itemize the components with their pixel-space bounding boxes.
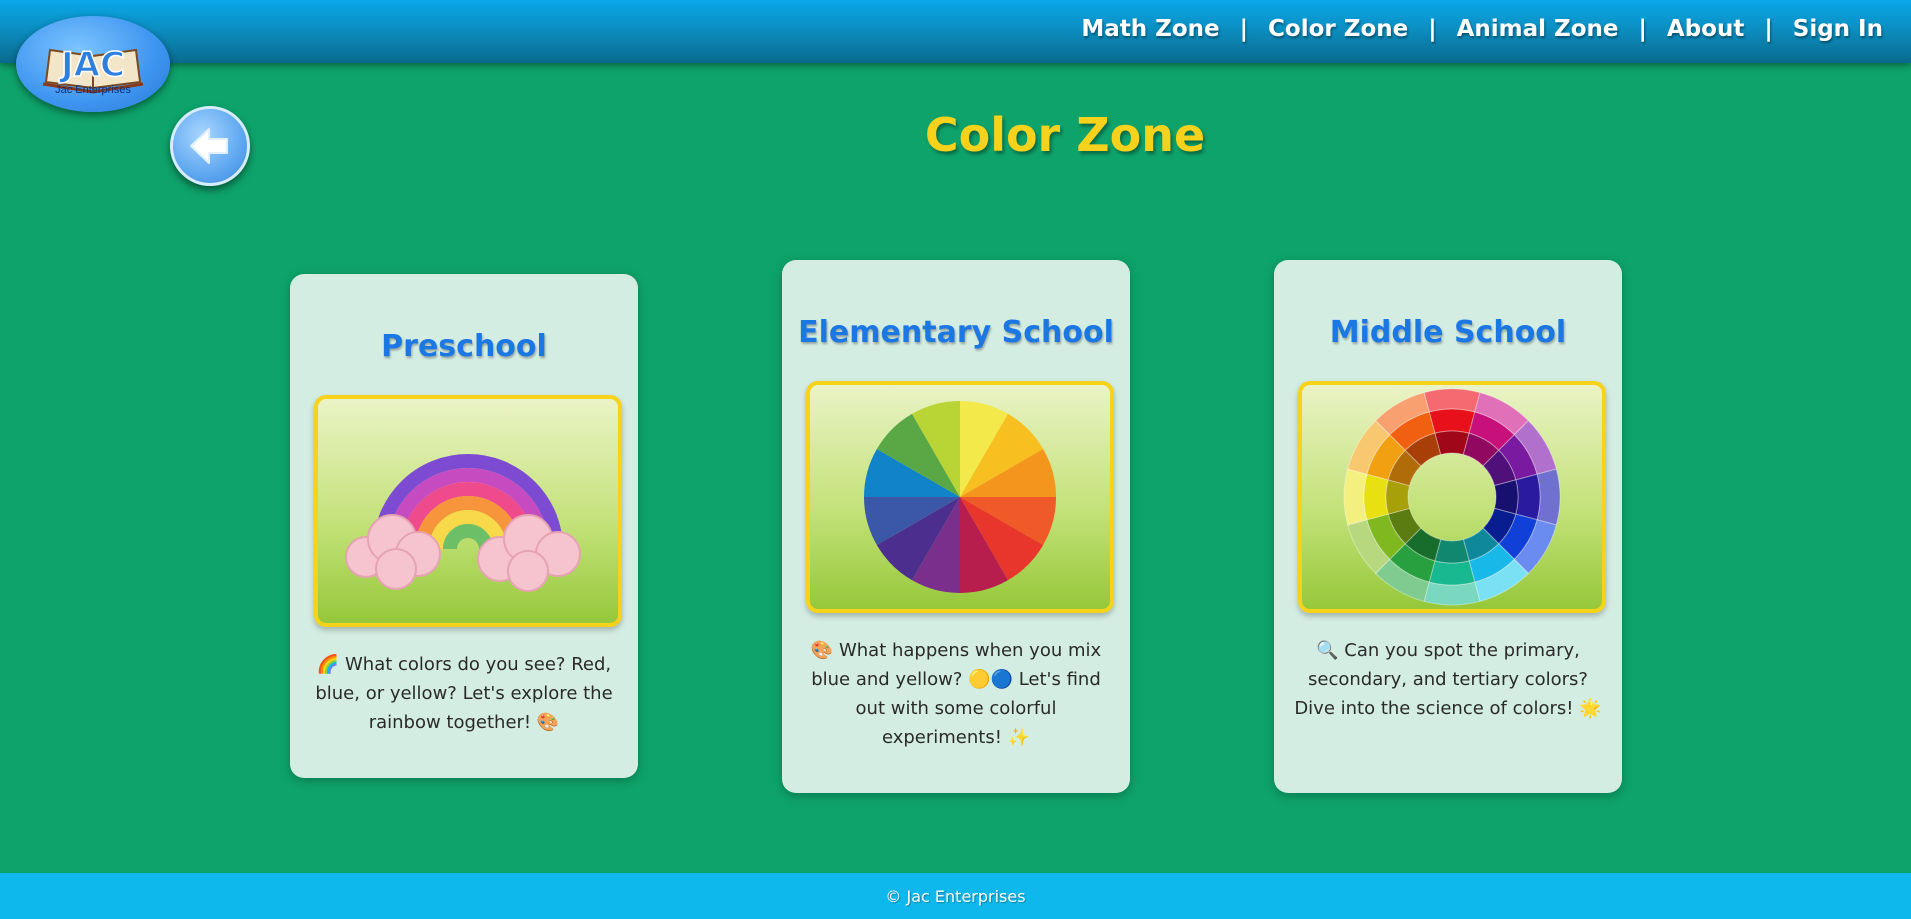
card-preschool[interactable]: Preschool 🌈 What colors do you see? Red,… [290,274,638,778]
logo-letters: JAC [59,45,125,85]
card-title: Preschool [381,329,547,364]
card-description: 🔍 Can you spot the primary, secondary, a… [1294,640,1602,719]
logo-subtitle: Jac Enterprises [55,84,131,96]
color-ring-segment [1428,408,1476,434]
color-wheel-icon [864,401,1056,593]
footer: © Jac Enterprises [0,873,1911,919]
nav-separator: | [1638,16,1647,42]
color-ring-segment [1428,560,1476,586]
rainbow-icon [345,454,581,592]
nav-math-zone[interactable]: Math Zone [1081,16,1219,42]
open-book-icon: JAC [42,44,144,94]
main-nav: Math Zone | Color Zone | Animal Zone | A… [1081,16,1883,42]
color-ring-image [1298,381,1606,613]
color-ring-segment [1363,473,1389,521]
card-title: Elementary School [798,315,1114,350]
nav-separator: | [1764,16,1773,42]
jac-logo[interactable]: JAC Jac Enterprises [16,16,170,112]
page-title: Color Zone [924,108,1206,162]
nav-about[interactable]: About [1667,16,1744,42]
tint-shade-ring-icon [1343,388,1561,606]
color-ring-segment [1515,473,1541,521]
nav-animal-zone[interactable]: Animal Zone [1457,16,1619,42]
nav-separator: | [1428,16,1437,42]
nav-separator: | [1239,16,1249,42]
card-description: 🎨 What happens when you mix blue and yel… [810,640,1102,748]
card-middle-school[interactable]: Middle School 🔍 Can you spot the primary… [1274,260,1622,793]
nav-color-zone[interactable]: Color Zone [1268,16,1408,42]
rainbow-image [314,395,622,627]
top-navigation-bar: Math Zone | Color Zone | Animal Zone | A… [0,0,1911,63]
copyright-text: © Jac Enterprises [885,887,1026,906]
card-elementary-school[interactable]: Elementary School 🎨 What happens when yo… [782,260,1130,793]
card-description: 🌈 What colors do you see? Red, blue, or … [315,654,613,733]
card-title: Middle School [1329,315,1567,350]
nav-sign-in[interactable]: Sign In [1793,16,1883,42]
color-wheel-image [806,381,1114,613]
